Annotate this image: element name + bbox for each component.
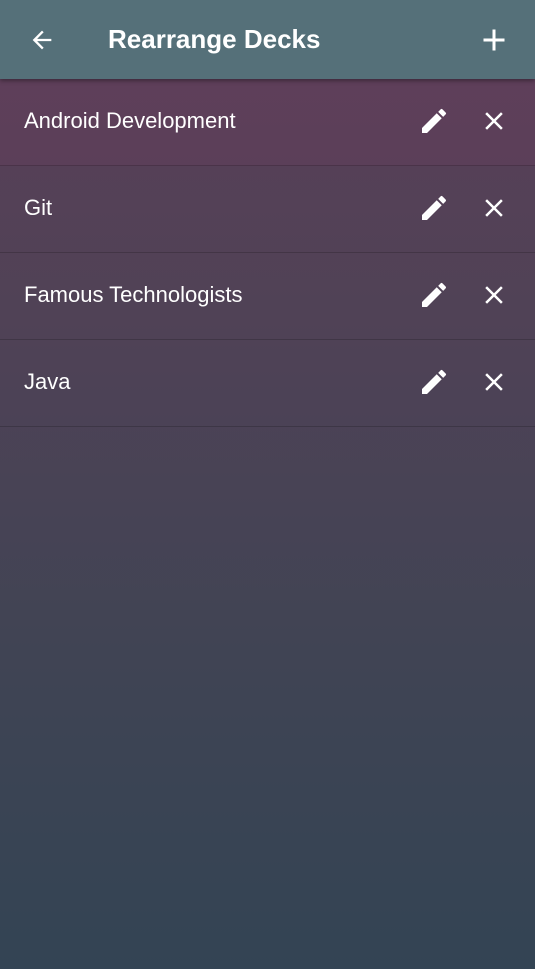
pencil-icon <box>418 105 450 137</box>
edit-deck-button[interactable] <box>416 364 452 400</box>
app-bar: Rearrange Decks <box>0 0 535 79</box>
arrow-left-icon <box>28 26 56 54</box>
pencil-icon <box>418 192 450 224</box>
deck-row[interactable]: Java <box>0 340 535 427</box>
deck-row[interactable]: Git <box>0 166 535 253</box>
close-icon <box>479 367 509 397</box>
edit-deck-button[interactable] <box>416 103 452 139</box>
pencil-icon <box>418 279 450 311</box>
page-title: Rearrange Decks <box>108 24 321 54</box>
pencil-icon <box>418 366 450 398</box>
deck-row[interactable]: Famous Technologists <box>0 253 535 340</box>
back-button[interactable] <box>22 20 62 60</box>
edit-deck-button[interactable] <box>416 190 452 226</box>
delete-deck-button[interactable] <box>476 103 512 139</box>
close-icon <box>479 193 509 223</box>
add-deck-button[interactable] <box>473 19 515 61</box>
deck-name: Git <box>24 195 53 220</box>
delete-deck-button[interactable] <box>476 364 512 400</box>
deck-list: Android Development Git Famous Technolog… <box>0 79 535 427</box>
deck-name: Java <box>24 369 71 394</box>
plus-icon <box>476 22 512 58</box>
close-icon <box>479 280 509 310</box>
edit-deck-button[interactable] <box>416 277 452 313</box>
delete-deck-button[interactable] <box>476 277 512 313</box>
delete-deck-button[interactable] <box>476 190 512 226</box>
close-icon <box>479 106 509 136</box>
deck-row[interactable]: Android Development <box>0 79 535 166</box>
deck-name: Android Development <box>24 108 236 133</box>
deck-name: Famous Technologists <box>24 282 243 307</box>
